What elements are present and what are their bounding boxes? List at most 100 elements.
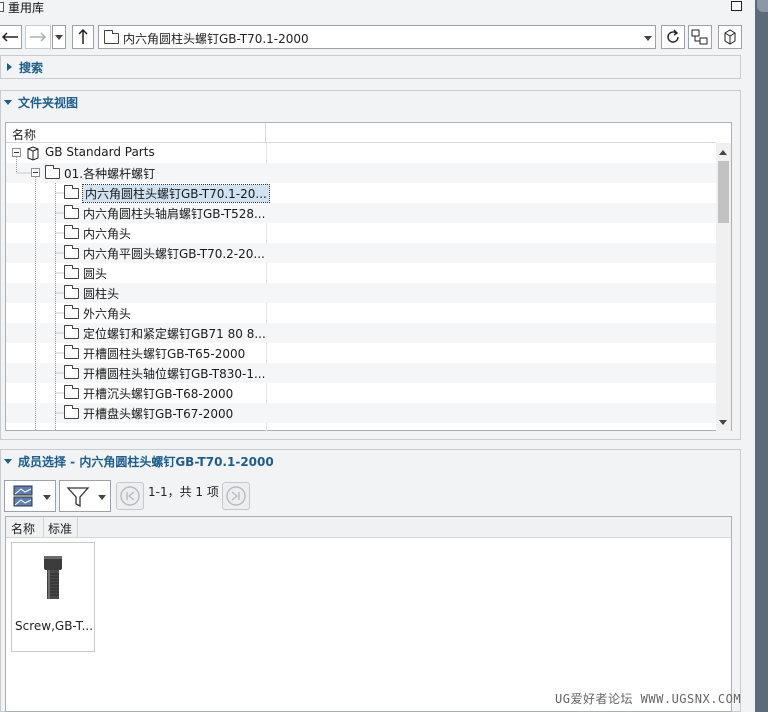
folder-icon [64, 285, 79, 299]
tree-item-label: 外六角头 [83, 307, 132, 321]
maximize-button[interactable] [731, 1, 742, 11]
prev-page-button[interactable] [116, 482, 144, 510]
tree-column-header: 名称 [6, 123, 716, 143]
previous-page-icon [120, 486, 140, 506]
tree-item[interactable]: 圆柱头 [6, 283, 716, 303]
arrow-right-icon [30, 32, 47, 42]
right-edge-bar [755, 0, 768, 712]
tree-item-label: 开槽圆柱头轴位螺钉GB-T830-1... [83, 367, 266, 381]
collapse-arrow-icon[interactable] [4, 100, 12, 105]
folder-icon [64, 185, 79, 199]
folder-icon [64, 385, 79, 399]
tree-item-label: 内六角头 [83, 227, 132, 241]
next-page-icon [226, 486, 246, 506]
folder-icon [64, 245, 79, 259]
arrow-up-icon [78, 29, 88, 44]
next-page-button[interactable] [222, 482, 250, 510]
watermark: UG爱好者论坛 WWW.UGSNX.COM [555, 692, 742, 706]
tree-item[interactable]: 开槽沉头螺钉GB-T68-2000 [6, 383, 716, 403]
folder-icon [64, 305, 79, 319]
page-info: 1-1，共 1 项 [148, 485, 219, 499]
collapse-toggle-icon[interactable] [31, 168, 40, 177]
tree-item[interactable]: 内六角平圆头螺钉GB-T70.2-20... [6, 243, 716, 263]
member-results-list[interactable]: 名称 标准 Screw,GB-T... [5, 516, 732, 712]
tree-item-label: 圆柱头 [83, 287, 120, 301]
search-section-title[interactable]: 搜索 [19, 59, 43, 76]
history-dropdown[interactable] [52, 25, 66, 49]
refresh-icon [667, 29, 679, 43]
refresh-button[interactable] [661, 25, 685, 49]
window-title: 重用库 [8, 1, 45, 15]
result-name: Screw,GB-T... [15, 619, 94, 633]
folder-icon [45, 165, 60, 179]
tree-item-label: 内六角平圆头螺钉GB-T70.2-20... [83, 247, 265, 261]
result-tile[interactable]: Screw,GB-T... [11, 542, 95, 652]
tree-item[interactable]: 开槽圆柱头轴位螺钉GB-T830-1... [6, 363, 716, 383]
scroll-up-icon[interactable] [719, 150, 727, 155]
title-bar: 重用库 [0, 0, 768, 16]
part-box-icon [724, 29, 736, 45]
tree-root-label: GB Standard Parts [45, 145, 155, 159]
tree-item[interactable]: 内六角圆柱头螺钉GB-T70.1-20... [6, 183, 716, 203]
chevron-down-icon [43, 495, 51, 500]
tree-item[interactable]: 开槽圆柱头螺钉GB-T65-2000 [6, 343, 716, 363]
folder-icon [64, 205, 79, 219]
tree-item-label: 内六角圆柱头轴肩螺钉GB-T528... [83, 207, 266, 221]
library-settings-button[interactable] [688, 25, 712, 49]
name-column-header[interactable]: 名称 [12, 126, 36, 143]
folder-icon [64, 265, 79, 279]
folder-icon [64, 405, 79, 419]
scroll-thumb[interactable] [718, 161, 729, 223]
folder-icon [104, 30, 119, 44]
member-select-title: 成员选择 - 内六角圆柱头螺钉GB-T70.1-2000 [18, 455, 274, 469]
folder-icon [64, 325, 79, 339]
folder-icon [64, 225, 79, 239]
address-bar[interactable]: 内六角圆柱头螺钉GB-T70.1-2000 [98, 25, 656, 49]
tree-item[interactable]: 定位螺钉和紧定螺钉GB71 80 8... [6, 323, 716, 343]
tree-row-root[interactable]: GB Standard Parts [6, 143, 716, 163]
address-path: 内六角圆柱头螺钉GB-T70.1-2000 [123, 32, 309, 46]
tree-item-label: 开槽沉头螺钉GB-T68-2000 [83, 387, 234, 401]
name-column-header[interactable]: 名称 [11, 520, 35, 537]
tree-group-label: 01.各种螺杆螺钉 [64, 167, 156, 181]
tree-scrollbar[interactable] [716, 143, 731, 431]
back-button[interactable] [0, 25, 22, 49]
scroll-down-icon[interactable] [719, 420, 727, 425]
chevron-down-icon [98, 495, 106, 500]
thumbnail-view-icon [13, 485, 33, 507]
tree-item[interactable]: 开槽盘头螺钉GB-T67-2000 [6, 403, 716, 423]
folder-icon [64, 365, 79, 379]
tree-item-label: 定位螺钉和紧定螺钉GB71 80 8... [83, 327, 266, 341]
tree-item-label: 开槽盘头螺钉GB-T67-2000 [83, 407, 234, 421]
folder-view-title[interactable]: 文件夹视图 [18, 94, 78, 111]
view-mode-button[interactable] [4, 480, 56, 512]
library-book-icon [27, 146, 39, 161]
standard-column-header[interactable]: 标准 [48, 520, 72, 537]
tree-view-icon [691, 29, 708, 45]
filter-button[interactable] [59, 480, 111, 512]
arrow-left-icon [1, 32, 18, 42]
part-library-button[interactable] [718, 25, 742, 49]
pin-checkbox[interactable] [0, 2, 4, 12]
filter-icon [66, 487, 90, 508]
tree-item[interactable]: 圆头 [6, 263, 716, 283]
collapse-toggle-icon[interactable] [12, 148, 21, 157]
tree-item[interactable]: 内六角头 [6, 223, 716, 243]
tree-item[interactable]: 内六角圆柱头轴肩螺钉GB-T528... [6, 203, 716, 223]
chevron-down-icon[interactable] [644, 36, 652, 41]
collapse-arrow-icon[interactable] [4, 459, 12, 464]
tree-item-label: 内六角圆柱头螺钉GB-T70.1-20... [82, 184, 270, 203]
tree-item-label: 圆头 [83, 267, 108, 281]
tree-row-group[interactable]: 01.各种螺杆螺钉 [6, 163, 716, 183]
up-folder-button[interactable] [72, 25, 94, 49]
search-section[interactable]: 搜索 [0, 55, 741, 79]
results-header: 名称 标准 [6, 517, 731, 538]
folder-icon [64, 345, 79, 359]
forward-button[interactable] [25, 25, 51, 49]
folder-tree[interactable]: 名称 GB Standard Parts 01.各种螺杆螺钉内六角圆柱头螺钉GB-… [5, 122, 732, 431]
expand-arrow-icon[interactable] [7, 63, 12, 71]
tree-item[interactable]: 外六角头 [6, 303, 716, 323]
tree-item-label: 开槽圆柱头螺钉GB-T65-2000 [83, 347, 246, 361]
chevron-down-icon [55, 34, 63, 40]
screw-thumbnail-icon [44, 556, 62, 599]
